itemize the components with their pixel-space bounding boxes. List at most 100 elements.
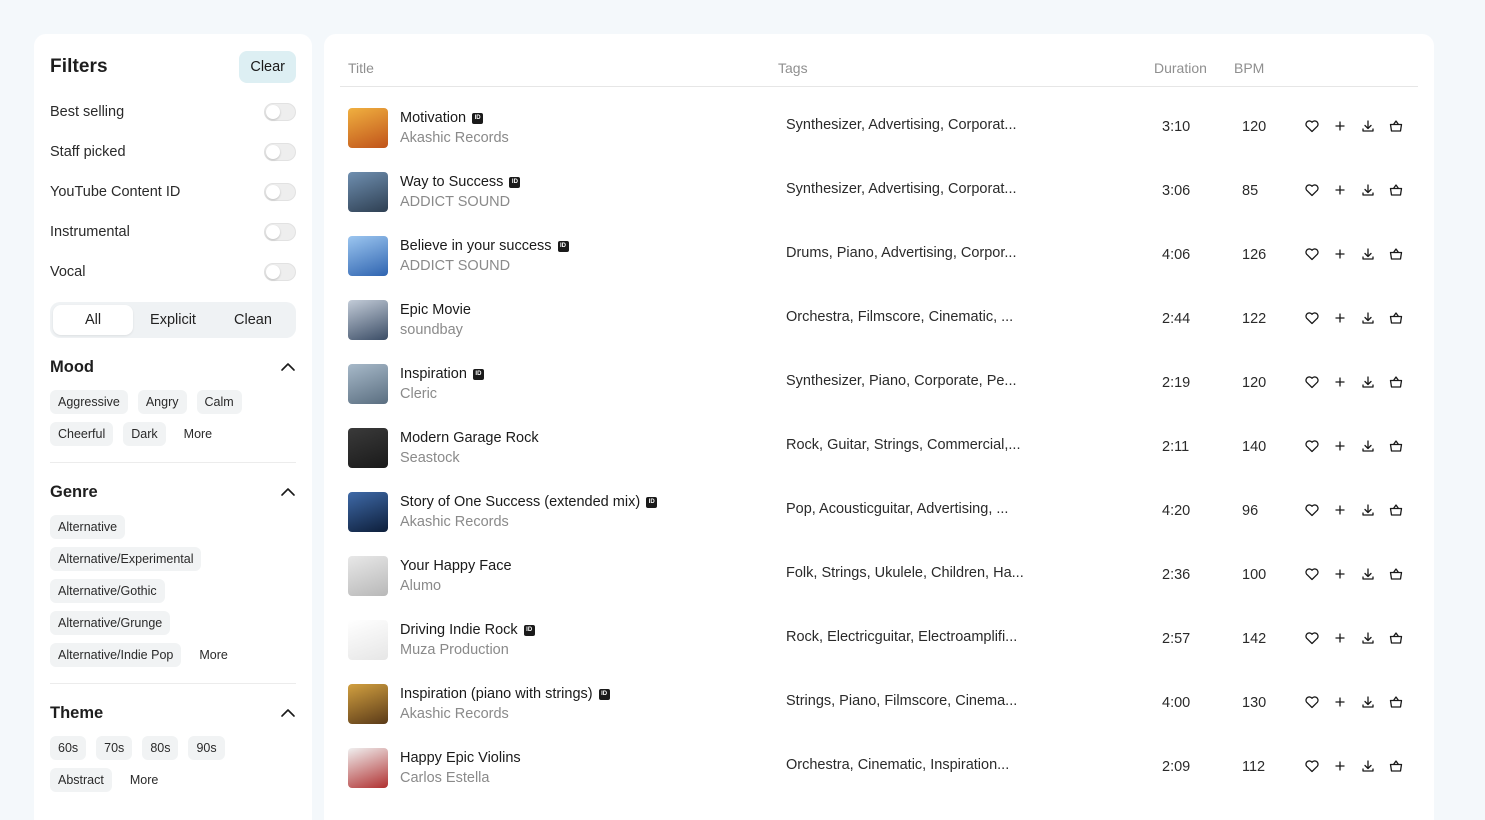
track-artist[interactable]: Akashic Records	[400, 130, 509, 146]
track-cover-image[interactable]	[348, 108, 388, 148]
download-button[interactable]	[1360, 118, 1376, 134]
track-title[interactable]: Happy Epic Violins	[400, 750, 521, 766]
download-button[interactable]	[1360, 502, 1376, 518]
favorite-button[interactable]	[1304, 630, 1320, 646]
add-to-playlist-button[interactable]	[1332, 694, 1348, 710]
add-to-playlist-button[interactable]	[1332, 118, 1348, 134]
track-artist[interactable]: Carlos Estella	[400, 770, 489, 786]
best-selling-toggle[interactable]	[264, 103, 296, 121]
download-button[interactable]	[1360, 566, 1376, 582]
track-title[interactable]: Way to Success	[400, 174, 503, 190]
column-header-duration[interactable]: Duration	[1154, 60, 1207, 76]
track-artist[interactable]: ADDICT SOUND	[400, 258, 510, 274]
genre-more-link[interactable]: More	[191, 643, 235, 667]
track-row[interactable]: Driving Indie Rock ID Muza Production Rock,…	[340, 608, 1418, 672]
track-artist[interactable]: soundbay	[400, 322, 463, 338]
favorite-button[interactable]	[1304, 694, 1320, 710]
mood-chip[interactable]: Cheerful	[50, 422, 114, 446]
add-to-cart-button[interactable]	[1388, 374, 1404, 390]
add-to-playlist-button[interactable]	[1332, 310, 1348, 326]
add-to-playlist-button[interactable]	[1332, 502, 1348, 518]
column-header-title[interactable]: Title	[348, 60, 374, 76]
favorite-button[interactable]	[1304, 566, 1320, 582]
add-to-cart-button[interactable]	[1388, 502, 1404, 518]
mood-section-header[interactable]: Mood	[50, 352, 296, 382]
add-to-cart-button[interactable]	[1388, 438, 1404, 454]
favorite-button[interactable]	[1304, 310, 1320, 326]
download-button[interactable]	[1360, 630, 1376, 646]
track-cover-image[interactable]	[348, 748, 388, 788]
clear-filters-button[interactable]: Clear	[239, 51, 296, 83]
add-to-playlist-button[interactable]	[1332, 438, 1348, 454]
track-artist[interactable]: Akashic Records	[400, 706, 509, 722]
download-button[interactable]	[1360, 758, 1376, 774]
add-to-cart-button[interactable]	[1388, 310, 1404, 326]
track-title[interactable]: Motivation	[400, 110, 466, 126]
genre-section-header[interactable]: Genre	[50, 477, 296, 507]
track-title[interactable]: Driving Indie Rock	[400, 622, 518, 638]
track-cover-image[interactable]	[348, 556, 388, 596]
instrumental-toggle[interactable]	[264, 223, 296, 241]
download-button[interactable]	[1360, 310, 1376, 326]
track-artist[interactable]: ADDICT SOUND	[400, 194, 510, 210]
mood-chip[interactable]: Calm	[196, 390, 242, 414]
staff-picked-toggle[interactable]	[264, 143, 296, 161]
add-to-playlist-button[interactable]	[1332, 182, 1348, 198]
genre-chip[interactable]: Alternative/Experimental	[50, 547, 202, 571]
track-artist[interactable]: Seastock	[400, 450, 460, 466]
theme-more-link[interactable]: More	[122, 768, 166, 792]
download-button[interactable]	[1360, 246, 1376, 262]
add-to-cart-button[interactable]	[1388, 246, 1404, 262]
add-to-cart-button[interactable]	[1388, 566, 1404, 582]
favorite-button[interactable]	[1304, 502, 1320, 518]
track-row[interactable]: Inspiration ID Cleric Synthesizer, Piano, C…	[340, 352, 1418, 416]
add-to-playlist-button[interactable]	[1332, 630, 1348, 646]
favorite-button[interactable]	[1304, 374, 1320, 390]
track-title[interactable]: Your Happy Face	[400, 558, 512, 574]
track-cover-image[interactable]	[348, 492, 388, 532]
track-row[interactable]: Your Happy Face Alumo Folk, Strings, Ukule…	[340, 544, 1418, 608]
track-artist[interactable]: Cleric	[400, 386, 437, 402]
track-cover-image[interactable]	[348, 620, 388, 660]
track-row[interactable]: Inspiration (piano with strings) ID Akashi…	[340, 672, 1418, 736]
column-header-bpm[interactable]: BPM	[1234, 60, 1264, 76]
theme-chip[interactable]: 70s	[96, 736, 133, 760]
add-to-playlist-button[interactable]	[1332, 246, 1348, 262]
add-to-playlist-button[interactable]	[1332, 758, 1348, 774]
track-row[interactable]: Way to Success ID ADDICT SOUND Synthesizer,…	[340, 160, 1418, 224]
download-button[interactable]	[1360, 182, 1376, 198]
theme-chip[interactable]: 90s	[188, 736, 225, 760]
track-cover-image[interactable]	[348, 684, 388, 724]
theme-chip[interactable]: 80s	[142, 736, 179, 760]
track-artist[interactable]: Alumo	[400, 578, 441, 594]
track-row[interactable]: Modern Garage Rock Seastock Rock, Guitar, …	[340, 416, 1418, 480]
vocal-toggle[interactable]	[264, 263, 296, 281]
track-row[interactable]: Motivation ID Akashic Records Synthesizer, …	[340, 96, 1418, 160]
favorite-button[interactable]	[1304, 118, 1320, 134]
add-to-playlist-button[interactable]	[1332, 566, 1348, 582]
track-title[interactable]: Believe in your success	[400, 238, 552, 254]
track-artist[interactable]: Muza Production	[400, 642, 509, 658]
favorite-button[interactable]	[1304, 182, 1320, 198]
favorite-button[interactable]	[1304, 438, 1320, 454]
track-title[interactable]: Modern Garage Rock	[400, 430, 539, 446]
genre-chip[interactable]: Alternative/Grunge	[50, 611, 171, 635]
genre-chip[interactable]: Alternative/Gothic	[50, 579, 165, 603]
track-row[interactable]: Story of One Success (extended mix) ID Aka…	[340, 480, 1418, 544]
track-title[interactable]: Inspiration (piano with strings)	[400, 686, 593, 702]
theme-chip[interactable]: 60s	[50, 736, 87, 760]
add-to-cart-button[interactable]	[1388, 182, 1404, 198]
track-cover-image[interactable]	[348, 300, 388, 340]
add-to-playlist-button[interactable]	[1332, 374, 1348, 390]
add-to-cart-button[interactable]	[1388, 118, 1404, 134]
track-title[interactable]: Epic Movie	[400, 302, 471, 318]
youtube-content-id-toggle[interactable]	[264, 183, 296, 201]
mood-more-link[interactable]: More	[176, 422, 220, 446]
download-button[interactable]	[1360, 438, 1376, 454]
favorite-button[interactable]	[1304, 246, 1320, 262]
track-row[interactable]: Believe in your success ID ADDICT SOUND Dru…	[340, 224, 1418, 288]
track-cover-image[interactable]	[348, 172, 388, 212]
track-artist[interactable]: Akashic Records	[400, 514, 509, 530]
theme-chip[interactable]: Abstract	[50, 768, 112, 792]
track-title[interactable]: Story of One Success (extended mix)	[400, 494, 640, 510]
